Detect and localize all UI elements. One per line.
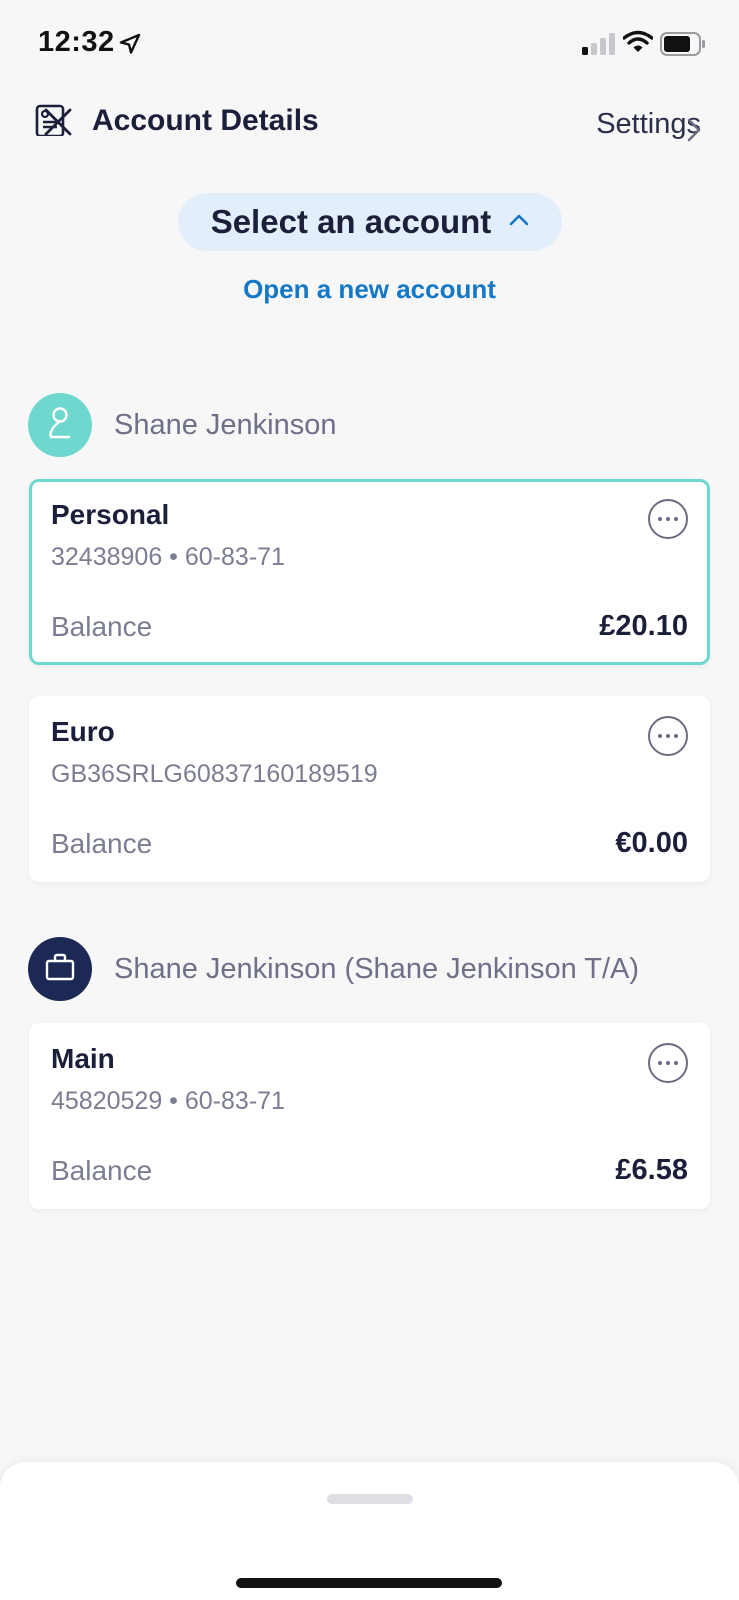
account-name: Main <box>51 1043 115 1074</box>
status-bar: 12:32 <box>0 0 739 90</box>
person-icon <box>45 406 75 445</box>
chevron-up-icon <box>509 213 529 231</box>
chevron-right-icon <box>687 118 701 147</box>
briefcase-icon <box>45 953 75 986</box>
balance-value: £20.10 <box>599 610 688 642</box>
select-account-dropdown[interactable]: Select an account <box>178 193 562 251</box>
owner-header: Shane Jenkinson <box>28 393 337 457</box>
wifi-icon <box>622 30 654 59</box>
sheet-grabber[interactable] <box>327 1494 413 1504</box>
owner-name: Shane Jenkinson (Shane Jenkinson T/A) <box>114 952 640 985</box>
balance-label: Balance <box>51 611 153 642</box>
account-card-main[interactable]: Main 45820529 • 60-83-71 Balance £6.58 <box>29 1023 710 1209</box>
more-options-button[interactable] <box>648 499 688 539</box>
owner-name: Shane Jenkinson <box>114 408 337 441</box>
document-icon <box>34 104 66 141</box>
settings-link[interactable]: Settings <box>596 108 701 141</box>
balance-label: Balance <box>51 828 153 859</box>
more-options-button[interactable] <box>648 1043 688 1083</box>
more-options-button[interactable] <box>648 716 688 756</box>
account-number: 45820529 • 60-83-71 <box>51 1087 285 1115</box>
account-number: GB36SRLG60837160189519 <box>51 760 378 788</box>
signal-icon <box>582 33 616 60</box>
account-card-personal[interactable]: Personal 32438906 • 60-83-71 Balance £20… <box>29 479 710 665</box>
status-time: 12:32 <box>38 26 115 58</box>
select-account-label: Select an account <box>210 203 492 240</box>
balance-value: £6.58 <box>615 1154 688 1186</box>
balance-value: €0.00 <box>615 827 688 859</box>
account-name: Personal <box>51 499 170 530</box>
open-new-account-link[interactable]: Open a new account <box>0 274 739 305</box>
home-indicator <box>236 1578 502 1588</box>
account-number: 32438906 • 60-83-71 <box>51 543 285 571</box>
avatar <box>28 393 92 457</box>
more-icon <box>658 734 662 738</box>
battery-icon <box>660 32 706 61</box>
account-details-item[interactable]: Account Details <box>92 104 319 138</box>
balance-label: Balance <box>51 1155 153 1186</box>
account-card-euro[interactable]: Euro GB36SRLG60837160189519 Balance €0.0… <box>29 696 710 882</box>
location-arrow-icon <box>118 32 142 61</box>
more-icon <box>658 1061 662 1065</box>
account-switcher-screen: 12:32 Settings Select an account Open a … <box>0 0 739 1600</box>
account-name: Euro <box>51 716 115 747</box>
avatar <box>28 937 92 1001</box>
owner-header: Shane Jenkinson (Shane Jenkinson T/A) <box>28 937 639 1001</box>
more-icon <box>658 517 662 521</box>
